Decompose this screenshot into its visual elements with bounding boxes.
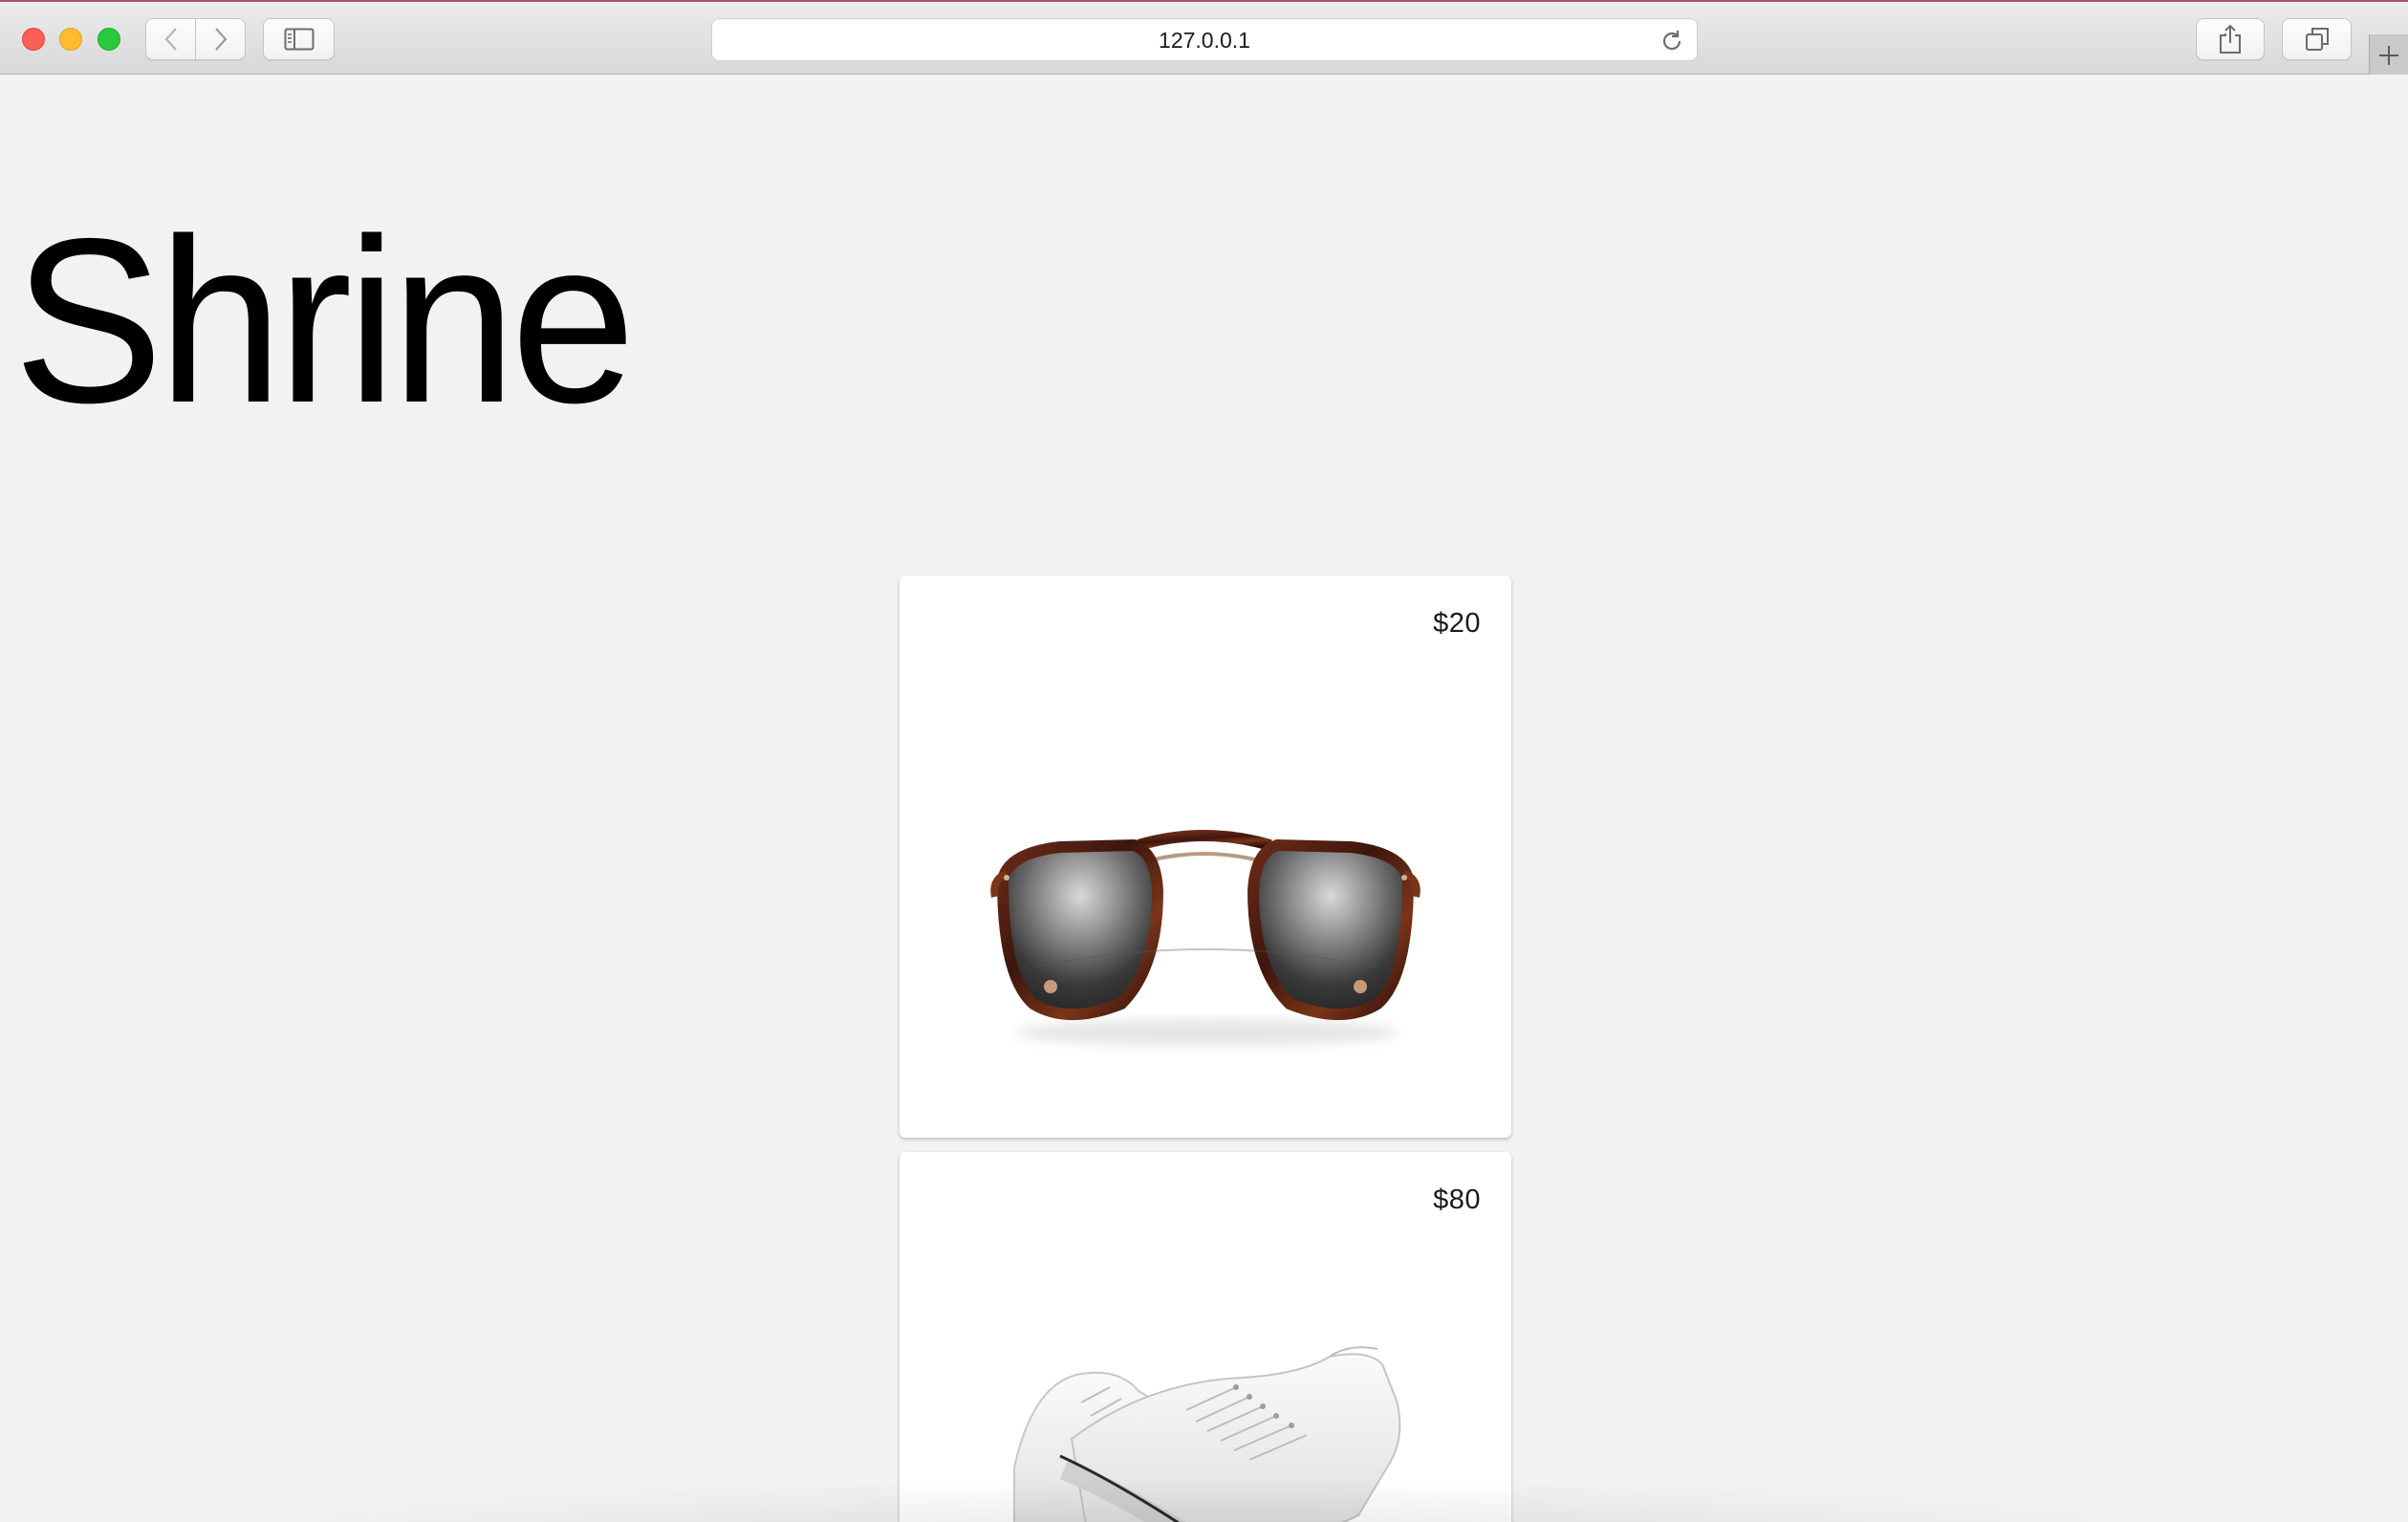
close-window-button[interactable] (22, 28, 45, 51)
show-tabs-button[interactable] (2282, 18, 2352, 60)
sidebar-icon (284, 28, 314, 51)
share-button[interactable] (2196, 18, 2265, 60)
share-icon (2220, 24, 2241, 54)
chevron-left-icon (164, 28, 177, 51)
address-bar[interactable]: 127.0.0.1 (711, 18, 1698, 61)
browser-toolbar: 127.0.0.1 (0, 0, 2408, 76)
sidebar-toggle-button[interactable] (263, 18, 335, 60)
maximize-window-button[interactable] (98, 28, 120, 51)
new-tab-button[interactable] (2369, 34, 2408, 76)
minimize-window-button[interactable] (59, 28, 82, 51)
browser-window: 127.0.0.1 Shrine $20 $80 (0, 0, 2408, 1522)
tabs-icon (2305, 28, 2329, 51)
reload-icon[interactable] (1659, 28, 1685, 54)
product-card[interactable]: $20 (900, 576, 1511, 1138)
chevron-right-icon (214, 28, 227, 51)
page-content: Shrine $20 $80 (0, 75, 2408, 1522)
sneakers-image (1013, 1346, 1401, 1522)
sunglasses-image (990, 830, 1421, 1046)
forward-button[interactable] (195, 18, 246, 60)
shrine-logo: Shrine (13, 189, 636, 451)
back-button[interactable] (145, 18, 196, 60)
product-card[interactable]: $80 (900, 1152, 1511, 1522)
address-text: 127.0.0.1 (1159, 28, 1250, 53)
plus-icon (2379, 46, 2398, 65)
